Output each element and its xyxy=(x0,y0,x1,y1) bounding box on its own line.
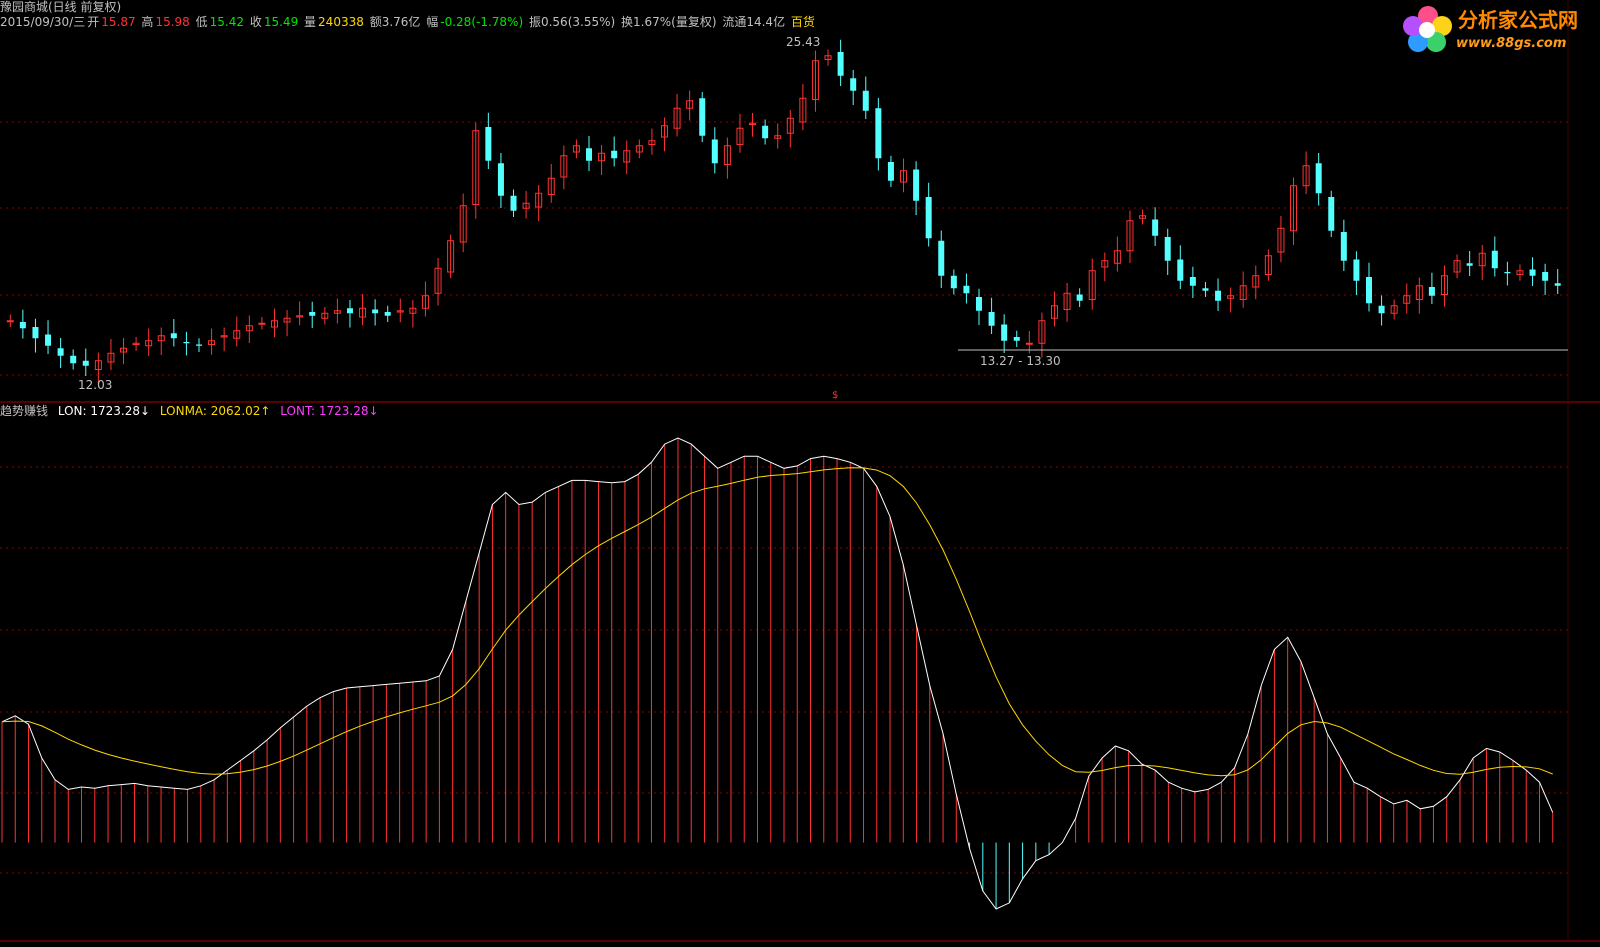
candle-body xyxy=(346,308,353,314)
candle-body xyxy=(950,275,957,289)
candle-body xyxy=(170,333,177,339)
chart-canvas[interactable] xyxy=(0,0,1600,947)
indicator-title-bar: 趋势赚钱 LON: 1723.28↓ LONMA: 2062.02↑ LONT:… xyxy=(0,404,385,418)
candle-body xyxy=(6,320,14,323)
candle-body xyxy=(1366,277,1372,304)
candle-body xyxy=(711,139,718,164)
candle-body xyxy=(258,322,266,325)
candle-body xyxy=(1428,287,1435,296)
candle-body xyxy=(850,78,857,91)
candle-body xyxy=(1504,272,1511,274)
candle-body xyxy=(1013,337,1020,341)
candle-body xyxy=(309,312,316,316)
candle-body xyxy=(1189,277,1196,286)
candle-body xyxy=(1340,232,1347,261)
candle-body xyxy=(372,309,379,314)
candle-body xyxy=(45,334,52,346)
candle-body xyxy=(1215,290,1222,301)
candle-body xyxy=(1542,272,1549,281)
candle-body xyxy=(82,360,89,366)
candle-body xyxy=(196,344,202,346)
candle-body xyxy=(611,150,618,159)
indicator-lont: LONT: 1723.28↓ xyxy=(280,404,379,418)
event-marker[interactable]: $ xyxy=(832,390,838,401)
indicator-name: 趋势赚钱 xyxy=(0,404,49,418)
candle-body xyxy=(1076,294,1083,301)
candle-body xyxy=(1152,219,1159,236)
range-label: 13.27 - 13.30 xyxy=(980,354,1061,368)
candle-body xyxy=(925,197,932,239)
candle-body xyxy=(699,98,706,136)
lon-line xyxy=(1,437,1554,910)
candle-body xyxy=(384,312,391,316)
candle-body xyxy=(1202,288,1209,291)
candle-body xyxy=(938,240,945,276)
indicator-lonma: LONMA: 2062.02↑ xyxy=(159,404,271,418)
candle-body xyxy=(976,297,982,311)
candle-body xyxy=(963,285,970,294)
candle-body xyxy=(1177,259,1184,281)
low-price-label: 12.03 xyxy=(78,378,113,392)
candle-body xyxy=(1491,250,1498,269)
candle-body xyxy=(1466,263,1473,266)
candle-body xyxy=(70,355,77,364)
indicator-lon: LON: 1723.28↓ xyxy=(57,404,151,418)
candle-body xyxy=(887,162,894,181)
candle-body xyxy=(1001,324,1008,341)
candle-body xyxy=(862,90,869,111)
candle-body xyxy=(1328,197,1335,231)
candle-body xyxy=(32,327,39,339)
high-price-label: 25.43 xyxy=(786,35,821,49)
lonma-line xyxy=(1,467,1553,777)
candle-body xyxy=(510,195,517,211)
candle-body xyxy=(875,108,882,159)
candle-body xyxy=(1554,283,1561,286)
candle-body xyxy=(913,169,920,201)
candle-body xyxy=(762,125,769,139)
candle-body xyxy=(1315,163,1322,194)
candle-body xyxy=(183,342,190,344)
candle-body xyxy=(1025,342,1033,345)
candle-body xyxy=(837,52,844,76)
candle-body xyxy=(1164,237,1171,261)
candle-body xyxy=(586,148,592,161)
candle-body xyxy=(485,127,492,161)
candle-body xyxy=(497,163,504,196)
candle-body xyxy=(19,322,26,329)
candle-body xyxy=(1378,305,1385,314)
candle-body xyxy=(1529,269,1536,276)
candle-body xyxy=(1353,259,1360,281)
candle-body xyxy=(57,348,64,356)
candle-body xyxy=(988,312,995,326)
